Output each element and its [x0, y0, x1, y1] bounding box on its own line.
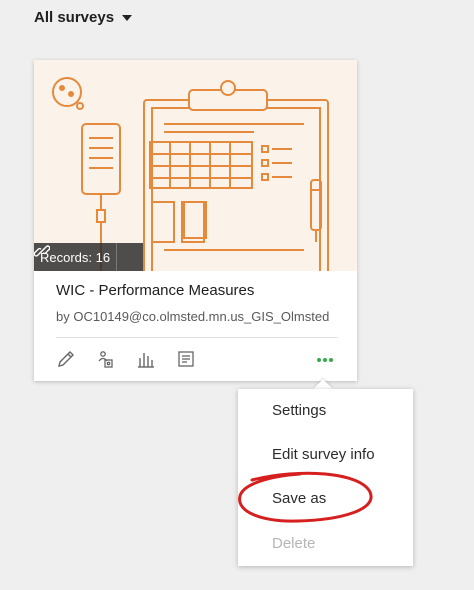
survey-thumbnail[interactable]: Records: 16 [34, 60, 357, 271]
collaborate-button[interactable] [93, 345, 119, 373]
all-surveys-dropdown[interactable]: All surveys [34, 6, 133, 28]
edit-icon [58, 351, 74, 367]
records-badge: Records: 16 [34, 243, 144, 271]
more-icon [317, 358, 333, 362]
card-divider [56, 337, 338, 338]
caret-down-icon [122, 14, 133, 21]
link-icon[interactable] [34, 243, 143, 271]
survey-card[interactable]: Records: 16 WIC - Performance Measures b… [34, 60, 357, 381]
edit-button[interactable] [53, 345, 79, 373]
more-options-button[interactable] [312, 345, 338, 373]
menu-item-edit-survey-info[interactable]: Edit survey info [272, 446, 375, 463]
collaborate-icon [98, 351, 113, 368]
menu-item-delete: Delete [272, 535, 316, 552]
clipboard-illustration [52, 77, 329, 271]
analyze-button[interactable] [133, 345, 159, 373]
data-button[interactable] [173, 345, 199, 373]
filter-label: All surveys [34, 8, 115, 26]
menu-item-save-as[interactable]: Save as [272, 490, 326, 507]
survey-owner: by OC10149@co.olmsted.mn.us_GIS_Olmsted [56, 309, 330, 324]
menu-item-settings[interactable]: Settings [272, 402, 326, 419]
data-icon [178, 351, 194, 367]
more-options-menu: Settings Edit survey info Save as Delete [238, 389, 413, 566]
analyze-icon [138, 353, 154, 368]
card-toolbar [34, 345, 357, 373]
survey-title[interactable]: WIC - Performance Measures [56, 282, 254, 299]
